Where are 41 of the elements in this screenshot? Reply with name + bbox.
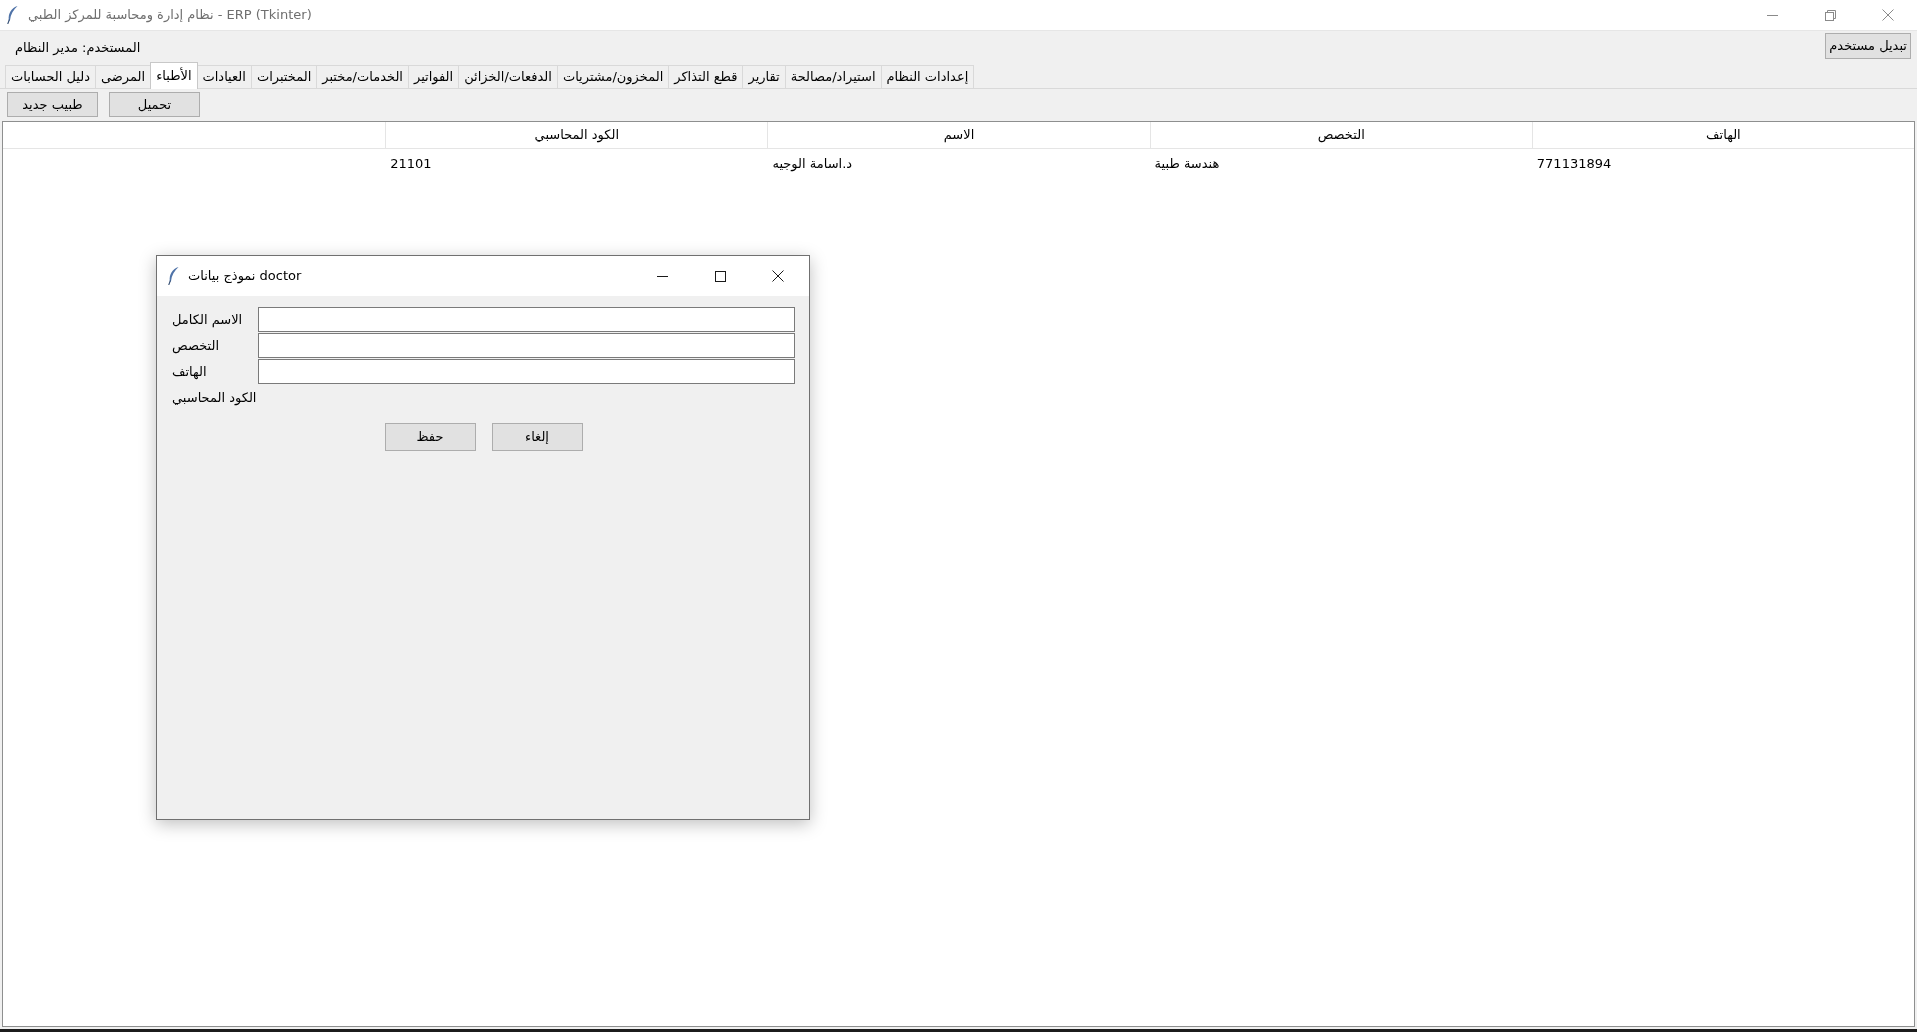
field-label: التخصص xyxy=(172,337,221,356)
maximize-icon[interactable] xyxy=(714,270,726,282)
feather-icon xyxy=(168,267,179,285)
toolbar-button[interactable]: تحميل xyxy=(109,92,200,117)
tab[interactable]: المرضى xyxy=(95,65,152,88)
restore-icon[interactable] xyxy=(1824,9,1836,21)
field-label: الهاتف xyxy=(172,363,208,382)
tab[interactable]: استيراد/مصالحة xyxy=(784,65,882,88)
table-cell-text: 771131894 xyxy=(1535,155,1613,174)
tab[interactable]: الدفعات/الخزائن xyxy=(458,65,558,88)
field-label: الاسم الكامل xyxy=(172,311,244,330)
column-header[interactable]: الاسم xyxy=(767,122,1150,148)
window-title: نظام إدارة ومحاسبة للمركز الطبي - ERP (Tkinter) xyxy=(28,6,312,25)
input-field[interactable] xyxy=(258,333,795,358)
user-label: المستخدم: مدير النظام xyxy=(15,39,141,57)
close-icon[interactable] xyxy=(772,270,784,282)
input-field[interactable] xyxy=(258,359,795,384)
toolbar-button[interactable]: طبيب جديد xyxy=(7,92,98,117)
switch-user-button[interactable]: تبديل مستخدم xyxy=(1825,33,1911,59)
dialog-button[interactable]: حفظ xyxy=(384,423,476,451)
tab[interactable]: المختبرات xyxy=(250,65,318,88)
feather-icon xyxy=(7,6,18,24)
tab[interactable]: الفواتير xyxy=(407,65,460,88)
minimize-icon[interactable] xyxy=(656,275,668,277)
tab[interactable]: الخدمات/مختبر xyxy=(316,65,409,88)
table-cell-text: هندسة طبية xyxy=(1153,155,1221,174)
column-header[interactable]: التخصص xyxy=(1149,122,1532,148)
table-cell-text: د.اسامة الوجيه xyxy=(771,155,854,174)
tab[interactable]: دليل الحسابات xyxy=(5,65,96,88)
column-header[interactable]: الهاتف xyxy=(1531,122,1914,148)
field-label: الكود المحاسبي xyxy=(172,389,258,408)
input-field[interactable] xyxy=(258,307,795,332)
tab[interactable]: المخزون/مشتريات xyxy=(556,65,670,88)
column-header[interactable]: الكود المحاسبي xyxy=(385,122,768,148)
tab[interactable]: الأطباء xyxy=(150,62,198,89)
dialog-title: نموذج بيانات doctor xyxy=(188,267,302,286)
table-cell-text: 21101 xyxy=(389,155,433,174)
tab[interactable]: تقارير xyxy=(742,65,786,88)
tab[interactable]: قطع التذاكر xyxy=(668,65,744,88)
tab[interactable]: إعدادات النظام xyxy=(880,65,975,88)
dialog-button[interactable]: إلغاء xyxy=(491,423,583,451)
